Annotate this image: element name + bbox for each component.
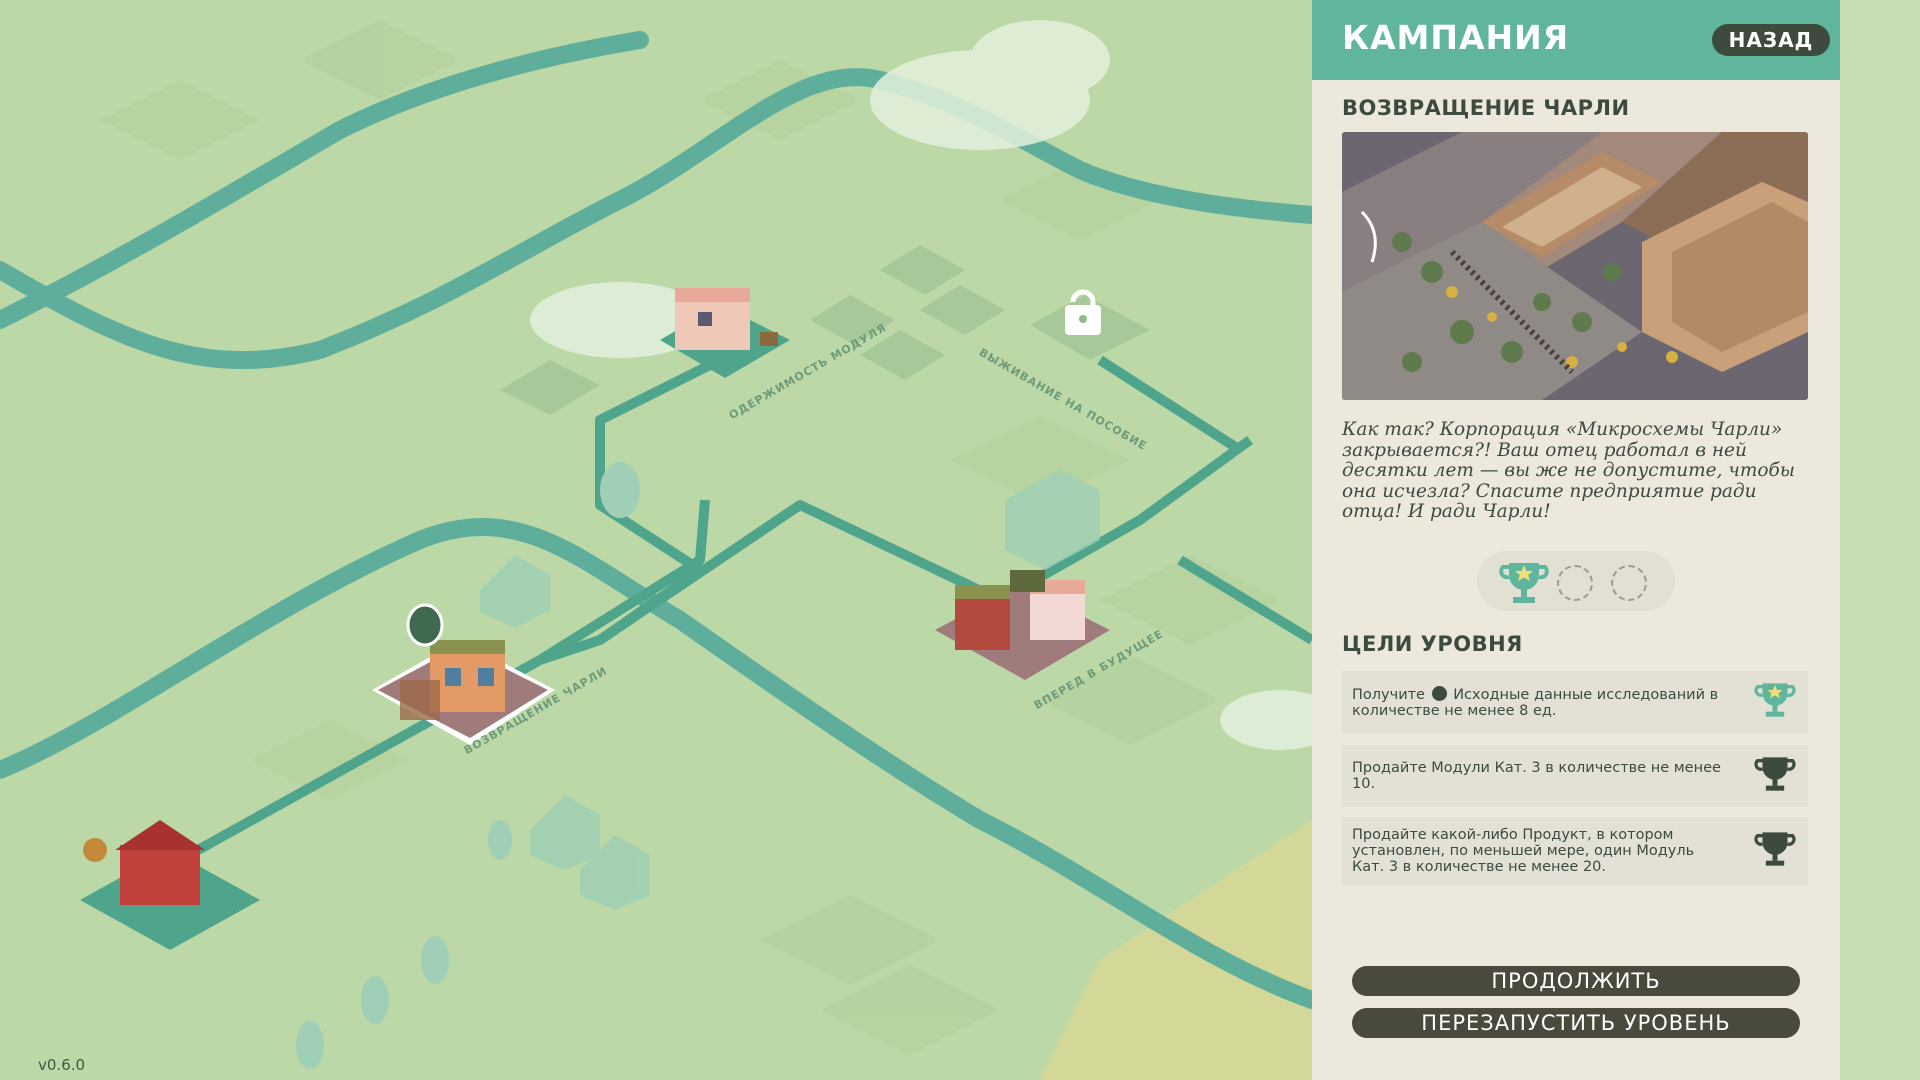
level-preview-image xyxy=(1342,132,1808,400)
level-node-module-obsession[interactable] xyxy=(660,288,790,378)
panel-title: КАМПАНИЯ xyxy=(1342,18,1570,57)
goal-text: Продайте какой-либо Продукт, в котором у… xyxy=(1352,827,1695,875)
goal-text: Получите Исходные данные исследований в … xyxy=(1352,685,1719,719)
level-title: ВОЗВРАЩЕНИЕ ЧАРЛИ xyxy=(1342,96,1630,120)
goal-item: Продайте Модули Кат. 3 в количестве не м… xyxy=(1342,745,1808,807)
empty-trophy-slot xyxy=(1557,565,1593,601)
version-label: v0.6.0 xyxy=(38,1056,86,1074)
level-node-charlie-returns[interactable] xyxy=(372,603,555,745)
trophy-progress xyxy=(1477,551,1675,611)
trophy-star-icon xyxy=(1754,680,1796,724)
locked-level-node[interactable] xyxy=(1030,289,1150,360)
panel-header: КАМПАНИЯ НАЗАД xyxy=(1312,0,1840,80)
goals-heading: ЦЕЛИ УРОВНЯ xyxy=(1342,632,1523,656)
restart-level-button[interactable]: ПЕРЕЗАПУСТИТЬ УРОВЕНЬ xyxy=(1352,1008,1800,1038)
level-node-back-to-future[interactable] xyxy=(935,570,1110,680)
trophy-star-icon xyxy=(1499,559,1549,611)
empty-trophy-slot xyxy=(1611,565,1647,601)
campaign-panel: КАМПАНИЯ НАЗАД ВОЗВРАЩЕНИЕ ЧАРЛИ Как так… xyxy=(1312,0,1840,1080)
map-edge xyxy=(1840,0,1920,1080)
goal-text: Продайте Модули Кат. 3 в количестве не м… xyxy=(1352,760,1721,792)
level-description: Как так? Корпорация «Микросхемы Чарли» з… xyxy=(1342,419,1795,522)
back-button[interactable]: НАЗАД xyxy=(1712,24,1830,56)
continue-button[interactable]: ПРОДОЛЖИТЬ xyxy=(1352,966,1800,996)
trophy-icon xyxy=(1754,754,1796,798)
goal-item: Получите Исходные данные исследований в … xyxy=(1342,671,1808,733)
start-node[interactable] xyxy=(80,820,260,950)
goal-item: Продайте какой-либо Продукт, в котором у… xyxy=(1342,817,1808,885)
research-data-icon xyxy=(1431,685,1447,701)
trophy-icon xyxy=(1754,829,1796,873)
